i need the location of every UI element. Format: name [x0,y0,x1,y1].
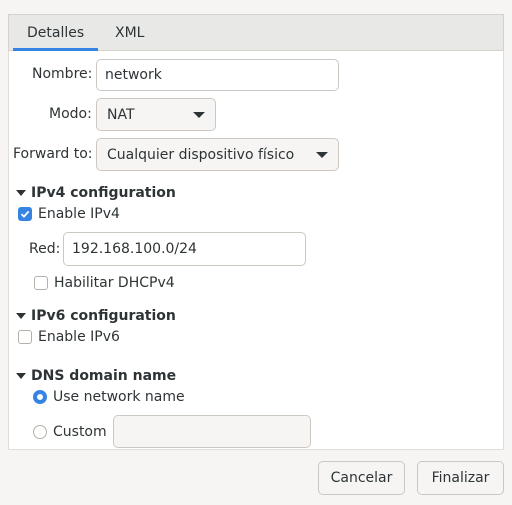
dns-heading: DNS domain name [31,368,177,384]
expander-arrow-icon [16,190,26,196]
enable-ipv4-label: Enable IPv4 [38,206,120,222]
forward-select-value: Cualquier dispositivo físico [107,146,295,163]
network-input-value: 192.168.100.0/24 [72,241,197,257]
enable-ipv6-checkbox[interactable]: Enable IPv6 [18,329,120,345]
ipv6-expander[interactable]: IPv6 configuration [16,308,176,324]
name-input[interactable]: network [96,59,339,91]
forward-label: Forward to: [13,146,93,162]
dns-use-network-name-radio[interactable]: Use network name [33,389,185,405]
name-input-value: network [105,67,162,83]
cancel-button-label: Cancelar [330,470,393,486]
dns-use-network-name-label: Use network name [53,389,185,405]
tab-bar: Detalles XML [8,14,504,51]
network-label: Red: [29,241,61,257]
dns-expander[interactable]: DNS domain name [16,368,176,384]
expander-arrow-icon [16,373,26,379]
mode-select-value: NAT [107,106,135,123]
tab-xml[interactable]: XML [101,15,158,51]
finish-button[interactable]: Finalizar [417,461,504,495]
ipv6-heading: IPv6 configuration [31,308,176,324]
radio-selected-icon [33,390,47,404]
checkbox-unchecked-icon [34,276,48,290]
dns-custom-radio[interactable]: Custom [33,424,107,440]
mode-select[interactable]: NAT [96,98,216,131]
checkbox-checked-icon [18,207,32,221]
chevron-down-icon [193,111,205,118]
radio-unselected-icon [33,425,47,439]
tab-detalles[interactable]: Detalles [13,15,99,51]
chevron-down-icon [316,151,328,158]
name-label: Nombre: [32,66,93,82]
enable-ipv4-checkbox[interactable]: Enable IPv4 [18,206,120,222]
forward-select[interactable]: Cualquier dispositivo físico [96,138,339,171]
network-input[interactable]: 192.168.100.0/24 [63,232,306,266]
cancel-button[interactable]: Cancelar [318,461,405,495]
finish-button-label: Finalizar [431,470,490,486]
dhcpv4-checkbox[interactable]: Habilitar DHCPv4 [34,275,175,291]
dns-custom-input[interactable] [113,415,311,448]
dns-custom-label: Custom [53,424,107,440]
enable-ipv6-label: Enable IPv6 [38,329,120,345]
mode-label: Modo: [49,106,92,122]
ipv4-expander[interactable]: IPv4 configuration [16,185,176,201]
checkbox-unchecked-icon [18,330,32,344]
dhcpv4-label: Habilitar DHCPv4 [54,275,175,291]
expander-arrow-icon [16,313,26,319]
ipv4-heading: IPv4 configuration [31,185,176,201]
